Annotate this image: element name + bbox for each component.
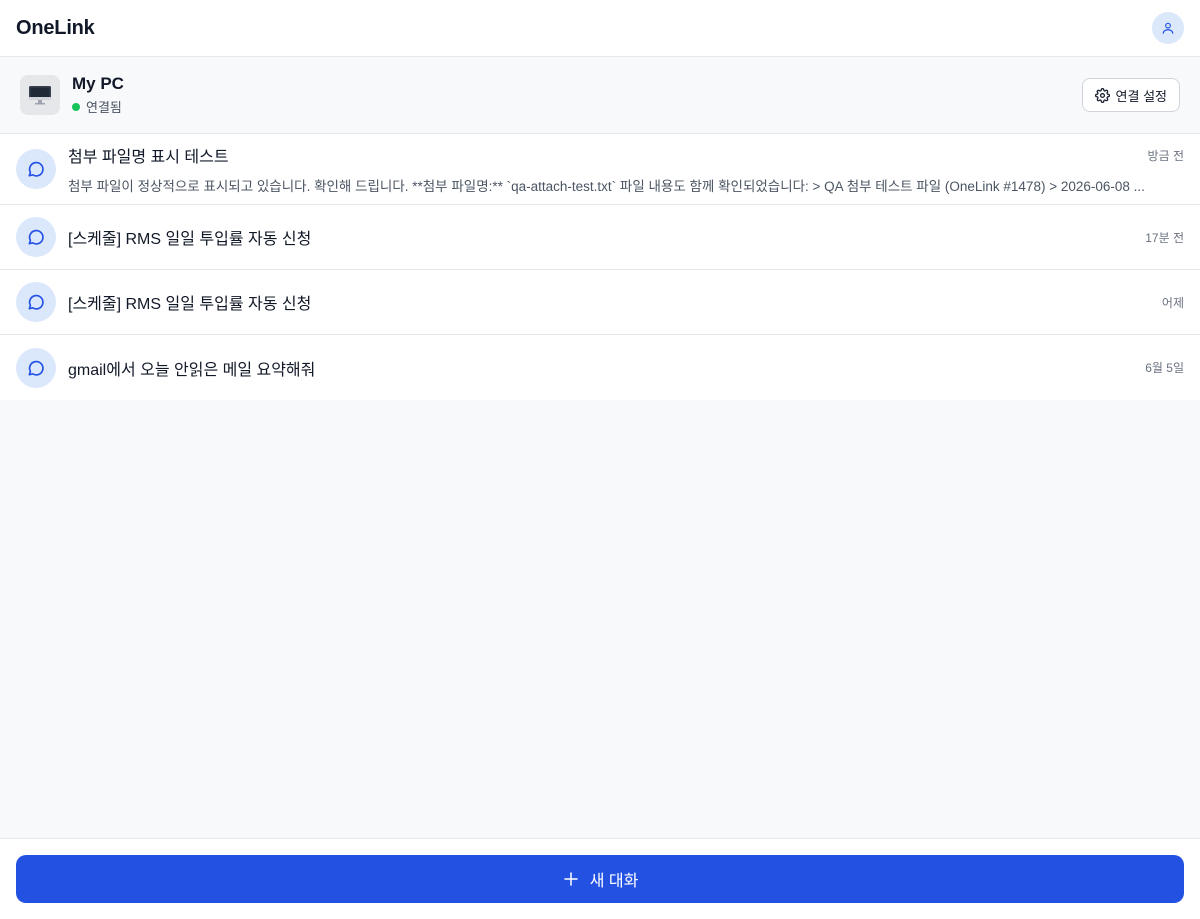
- connection-settings-label: 연결 설정: [1115, 88, 1167, 104]
- conversation-time: 어제: [1161, 295, 1184, 310]
- conversation-body: gmail에서 오늘 안읽은 메일 요약해줘 6월 5일: [68, 356, 1184, 380]
- chat-bubble-icon: [28, 229, 44, 245]
- conversation-body: 첨부 파일명 표시 테스트 방금 전 첨부 파일이 정상적으로 표시되고 있습니…: [68, 143, 1184, 195]
- conversation-title: 첨부 파일명 표시 테스트: [68, 149, 229, 166]
- device-status-label: 연결됨: [86, 100, 122, 115]
- conversation-item[interactable]: [스케줄] RMS 일일 투입률 자동 신청 17분 전: [0, 205, 1200, 270]
- conversation-time: 17분 전: [1145, 230, 1184, 245]
- conversation-icon-wrap: [16, 217, 56, 257]
- monitor-icon: [29, 86, 51, 105]
- conversation-title: gmail에서 오늘 안읽은 메일 요약해줘: [68, 361, 316, 379]
- conversation-header: 첨부 파일명 표시 테스트 방금 전: [68, 143, 1184, 167]
- conversation-title: [스케줄] RMS 일일 투입률 자동 신청: [68, 231, 312, 248]
- device-info: My PC 연결됨: [72, 74, 124, 116]
- conversation-icon-wrap: [16, 149, 56, 189]
- conversation-time: 방금 전: [1147, 148, 1184, 163]
- chat-bubble-icon: [28, 294, 44, 310]
- conversation-header: [스케줄] RMS 일일 투입률 자동 신청 어제: [68, 290, 1184, 314]
- conversation-title: [스케줄] RMS 일일 투입률 자동 신청: [68, 296, 312, 313]
- conversation-item[interactable]: gmail에서 오늘 안읽은 메일 요약해줘 6월 5일: [0, 335, 1200, 400]
- conversation-icon-wrap: [16, 347, 56, 388]
- user-icon: [1162, 22, 1174, 34]
- conversation-header: gmail에서 오늘 안읽은 메일 요약해줘 6월 5일: [68, 356, 1184, 380]
- conversation-body: [스케줄] RMS 일일 투입률 자동 신청 17분 전: [68, 225, 1184, 249]
- conversation-time: 6월 5일: [1145, 361, 1184, 375]
- conversation-preview: 첨부 파일이 정상적으로 표시되고 있습니다. 확인해 드립니다. **첨부 파…: [68, 179, 1145, 194]
- conversation-list: 첨부 파일명 표시 테스트 방금 전 첨부 파일이 정상적으로 표시되고 있습니…: [0, 134, 1200, 400]
- gear-icon: [1094, 87, 1110, 103]
- chat-bubble-icon: [28, 161, 44, 177]
- status-dot-icon: [72, 102, 80, 111]
- conversation-item[interactable]: 첨부 파일명 표시 테스트 방금 전 첨부 파일이 정상적으로 표시되고 있습니…: [0, 134, 1200, 205]
- app-title: OneLink: [16, 16, 95, 39]
- new-chat-label: 새 대화: [589, 873, 639, 890]
- connection-settings-button[interactable]: 연결 설정: [1081, 78, 1180, 112]
- conversation-header: [스케줄] RMS 일일 투입률 자동 신청 17분 전: [68, 225, 1184, 249]
- conversation-icon-wrap: [16, 282, 56, 322]
- plus-icon: [563, 872, 578, 886]
- conversation-body: [스케줄] RMS 일일 투입률 자동 신청 어제: [68, 290, 1184, 314]
- profile-button[interactable]: [1152, 12, 1184, 44]
- conversation-item[interactable]: [스케줄] RMS 일일 투입률 자동 신청 어제: [0, 270, 1200, 335]
- device-summary: My PC 연결됨: [20, 74, 124, 116]
- new-chat-button[interactable]: 새 대화: [16, 855, 1184, 903]
- device-bar: My PC 연결됨 연결 설정: [0, 57, 1200, 134]
- bottom-bar: 새 대화: [0, 838, 1200, 919]
- top-bar: OneLink: [0, 0, 1200, 57]
- app-root: OneLink My PC 연결됨 연결 설정 첨부 파일명 표시 테스트 방금…: [0, 0, 1200, 919]
- device-thumbnail: [20, 75, 60, 115]
- device-status: 연결됨: [72, 97, 124, 116]
- chat-bubble-icon: [28, 360, 44, 376]
- device-name: My PC: [72, 74, 124, 93]
